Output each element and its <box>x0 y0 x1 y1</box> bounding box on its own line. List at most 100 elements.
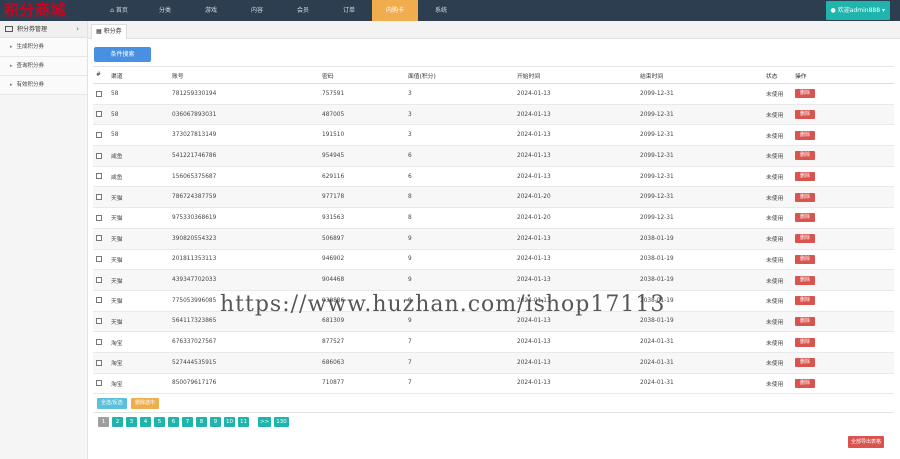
tab-coupons[interactable]: ▦ 积分券 <box>91 24 127 39</box>
sidebar-item-label: 有效积分券 <box>16 82 45 88</box>
sidebar-item-0[interactable]: ▸ 生成积分券 <box>0 38 87 57</box>
export-all-button[interactable]: 全部导出表格 <box>848 436 885 448</box>
nav-item-0[interactable]: ⌂ 首页 <box>96 0 142 21</box>
table-row: 咸鱼 541221746786 954945 6 2024-01-13 2099-12-3… <box>93 145 894 167</box>
cell-start: 2024-01-13 <box>514 331 637 353</box>
column-header: 操作 <box>792 66 894 84</box>
page-link-8[interactable]: 9 <box>210 417 221 427</box>
cell-actions: 删除 <box>792 186 894 209</box>
delete-button[interactable]: 删除 <box>795 316 816 326</box>
page-link-9[interactable]: 10 <box>224 417 235 427</box>
delete-button[interactable]: 删除 <box>795 234 816 244</box>
row-select-cell <box>93 290 108 312</box>
row-checkbox[interactable] <box>96 359 102 366</box>
cell-channel: 天猫 <box>108 186 169 209</box>
delete-button[interactable]: 删除 <box>795 378 816 388</box>
table-row: 天猫 201811353113 946902 9 2024-01-13 2038-01-1… <box>93 249 894 271</box>
page-link-2[interactable]: 3 <box>126 417 137 427</box>
nav-item-5[interactable]: 订单 <box>326 0 372 21</box>
delete-button[interactable]: 删除 <box>795 130 816 140</box>
page-link-10[interactable]: 11 <box>238 417 249 427</box>
nav-item-label: 内购卡 <box>385 7 404 14</box>
triangle-right-icon: ▸ <box>10 63 13 69</box>
page-link-1[interactable]: 2 <box>112 417 123 427</box>
cell-end: 2099-12-31 <box>637 207 763 229</box>
row-checkbox[interactable] <box>96 276 102 283</box>
delete-button[interactable]: 删除 <box>795 337 816 347</box>
page-link-0[interactable]: 1 <box>98 417 109 427</box>
cell-actions: 删除 <box>792 352 894 374</box>
select-all-button[interactable]: 全选/反选 <box>97 398 127 409</box>
delete-button[interactable]: 删除 <box>795 192 816 202</box>
page-link-6[interactable]: 7 <box>182 417 193 427</box>
row-checkbox[interactable] <box>96 90 102 97</box>
delete-button[interactable]: 删除 <box>795 275 816 285</box>
cell-channel: 58 <box>108 104 169 126</box>
delete-button[interactable]: 删除 <box>795 358 816 368</box>
site-logo[interactable]: 积分商城 <box>4 0 66 21</box>
cell-channel: 咸鱼 <box>108 166 169 188</box>
nav-item-label: 内容 <box>250 7 263 14</box>
nav-item-4[interactable]: 会员 <box>280 0 326 21</box>
condition-search-button[interactable]: 条件搜索 <box>94 47 151 62</box>
row-select-cell <box>93 352 108 374</box>
cell-start: 2024-01-13 <box>514 352 637 374</box>
row-checkbox[interactable] <box>96 194 102 201</box>
cell-start: 2024-01-20 <box>514 186 637 209</box>
cell-password: 629116 <box>319 166 405 188</box>
row-checkbox[interactable] <box>96 173 102 180</box>
column-header: # <box>93 66 108 84</box>
delete-selected-button[interactable]: 删除选中 <box>131 398 160 409</box>
nav-item-1[interactable]: 分类 <box>142 0 188 21</box>
cell-value: 3 <box>405 104 514 126</box>
row-checkbox[interactable] <box>96 152 102 159</box>
nav-item-2[interactable]: 游戏 <box>188 0 234 21</box>
cell-start: 2024-01-13 <box>514 104 637 126</box>
row-checkbox[interactable] <box>96 338 102 345</box>
page-link-5[interactable]: 6 <box>168 417 179 427</box>
sidebar-item-2[interactable]: ▸ 有效积分券 <box>0 76 87 95</box>
table-row: 淘宝 527444535915 686063 7 2024-01-13 2024-01-3… <box>93 352 894 374</box>
delete-button[interactable]: 删除 <box>795 172 816 182</box>
table-row: 淘宝 850079617176 710877 7 2024-01-13 2024-01-3… <box>93 373 894 395</box>
row-checkbox[interactable] <box>96 380 102 387</box>
chevron-right-icon: › <box>76 25 79 33</box>
delete-button[interactable]: 删除 <box>795 110 816 120</box>
row-checkbox[interactable] <box>96 111 102 118</box>
cell-actions: 删除 <box>792 290 894 312</box>
page-link-3[interactable]: 4 <box>140 417 151 427</box>
cell-status: 未使用 <box>763 290 792 312</box>
row-checkbox[interactable] <box>96 318 102 325</box>
delete-button[interactable]: 删除 <box>795 296 816 306</box>
nav-item-3[interactable]: 内容 <box>234 0 280 21</box>
column-header: 开始时间 <box>514 66 637 84</box>
delete-button[interactable]: 删除 <box>795 213 816 223</box>
user-menu-button[interactable]: ● 欢迎admin888 ▾ <box>825 1 890 20</box>
sidebar-section-header[interactable]: 积分券管理 › <box>0 21 87 38</box>
page-link-11[interactable]: >> <box>258 417 272 427</box>
nav-item-6[interactable]: 内购卡 <box>372 0 418 21</box>
row-checkbox[interactable] <box>96 235 102 242</box>
delete-button[interactable]: 删除 <box>795 89 816 99</box>
table-row: 淘宝 676337027567 877527 7 2024-01-13 2024-01-3… <box>93 331 894 353</box>
cell-value: 8 <box>405 207 514 229</box>
cell-account: 390820554323 <box>169 228 319 250</box>
cell-actions: 删除 <box>792 83 894 105</box>
page-link-4[interactable]: 5 <box>154 417 165 427</box>
row-select-cell <box>93 269 108 291</box>
triangle-right-icon: ▸ <box>10 82 13 88</box>
cell-account: 201811353113 <box>169 249 319 271</box>
row-checkbox[interactable] <box>96 297 102 304</box>
page-link-12[interactable]: 130 <box>274 417 289 427</box>
sidebar-item-1[interactable]: ▸ 查询积分券 <box>0 57 87 76</box>
row-checkbox[interactable] <box>96 256 102 263</box>
nav-item-label: 首页 <box>115 7 128 14</box>
delete-button[interactable]: 删除 <box>795 254 816 264</box>
delete-button[interactable]: 删除 <box>795 151 816 161</box>
row-checkbox[interactable] <box>96 214 102 221</box>
nav-item-7[interactable]: 系统 <box>418 0 464 21</box>
nav-item-label: 分类 <box>158 7 171 14</box>
cell-value: 7 <box>405 352 514 374</box>
row-checkbox[interactable] <box>96 131 102 138</box>
page-link-7[interactable]: 8 <box>196 417 207 427</box>
